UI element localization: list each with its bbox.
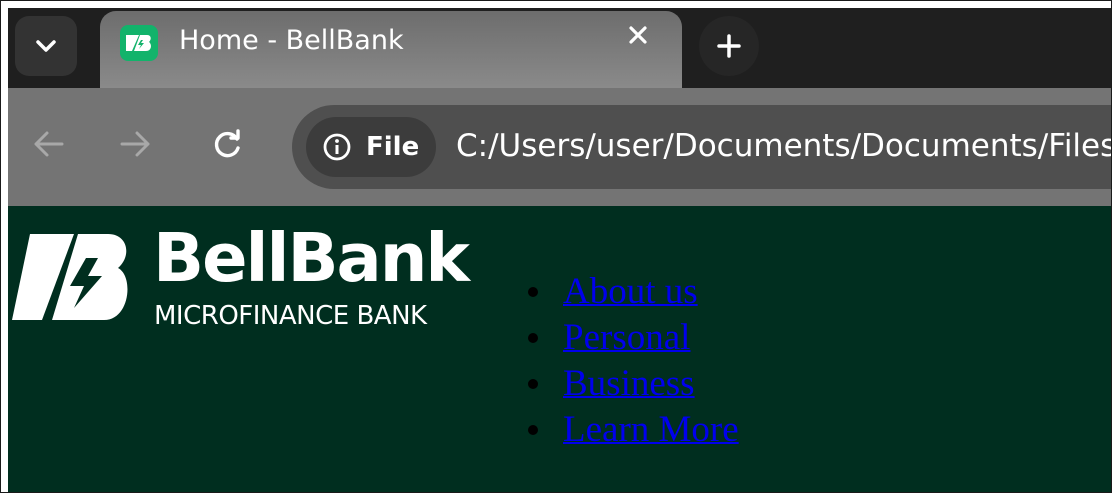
reload-button[interactable] [206,122,250,166]
browser-toolbar: File C:/Users/user/Documents/Documents/F… [8,88,1111,206]
bellbank-logo-icon [120,25,158,61]
plus-icon [717,34,741,58]
bellbank-logo[interactable]: BellBank MICROFINANCE BANK [12,219,472,334]
nav-item-about-us: About us [525,269,739,315]
bellbank-mark-icon [12,234,128,320]
tab-strip: Home - BellBank [8,8,1111,88]
main-nav: About us Personal Business Learn More [525,269,739,453]
tab-search-button[interactable] [15,16,77,76]
address-bar[interactable]: File C:/Users/user/Documents/Documents/F… [292,105,1111,189]
chevron-down-icon [36,40,56,52]
logo-tagline: MICROFINANCE BANK [154,301,427,331]
site-info-label: File [366,132,420,162]
new-tab-button[interactable] [699,16,759,76]
nav-link-about-us[interactable]: About us [563,271,698,312]
nav-item-personal: Personal [525,315,739,361]
arrow-left-icon [34,131,64,157]
forward-button[interactable] [114,122,158,166]
tab-title: Home - BellBank [179,25,404,56]
list-bullet [528,425,538,435]
list-bullet [528,379,538,389]
close-tab-button[interactable] [626,23,650,47]
back-button[interactable] [26,122,70,166]
nav-link-business[interactable]: Business [563,363,695,404]
nav-link-personal[interactable]: Personal [563,317,690,358]
nav-item-business: Business [525,361,739,407]
nav-link-learn-more[interactable]: Learn More [563,409,739,450]
arrow-right-icon [120,131,150,157]
url-text[interactable]: C:/Users/user/Documents/Documents/Files [456,121,1111,171]
list-bullet [528,333,538,343]
close-icon [629,26,647,44]
site-info-chip[interactable]: File [306,117,436,177]
info-icon [320,130,354,164]
list-bullet [528,287,538,297]
browser-window: Home - BellBank File C:/Users/user/Docum… [0,0,1112,493]
logo-wordmark: BellBank [153,219,470,297]
reload-icon [214,129,240,158]
tab-active[interactable]: Home - BellBank [100,11,682,88]
page-content: BellBank MICROFINANCE BANK About us Pers… [8,206,1111,492]
nav-item-learn-more: Learn More [525,407,739,453]
